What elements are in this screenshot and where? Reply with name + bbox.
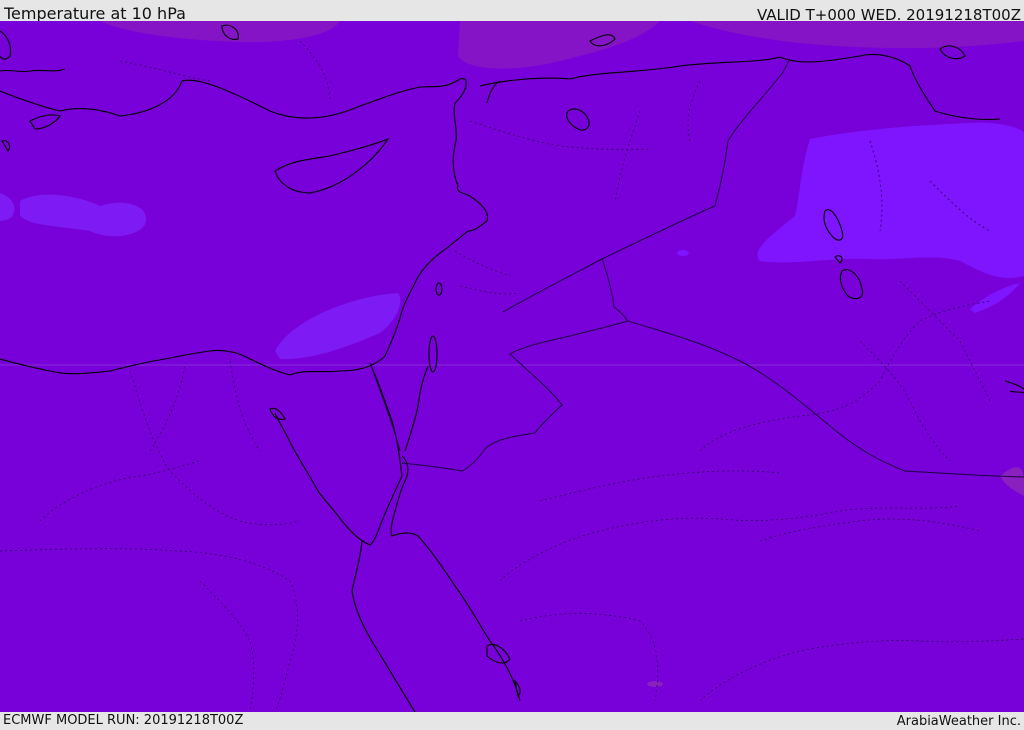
map-footer: ECMWF MODEL RUN: 20191218T00Z ArabiaWeat…	[0, 712, 1024, 729]
map-header: Temperature at 10 hPa VALID T+000 WED. 2…	[0, 0, 1024, 24]
forecast-map[interactable]	[0, 21, 1024, 712]
map-canvas	[0, 21, 1024, 712]
credit-label: ArabiaWeather Inc.	[896, 714, 1021, 729]
cool-patch-small	[677, 250, 689, 256]
temperature-field-base	[0, 21, 1024, 712]
warm-spot-south	[647, 681, 663, 687]
model-run-label: ECMWF MODEL RUN: 20191218T00Z	[3, 713, 244, 728]
